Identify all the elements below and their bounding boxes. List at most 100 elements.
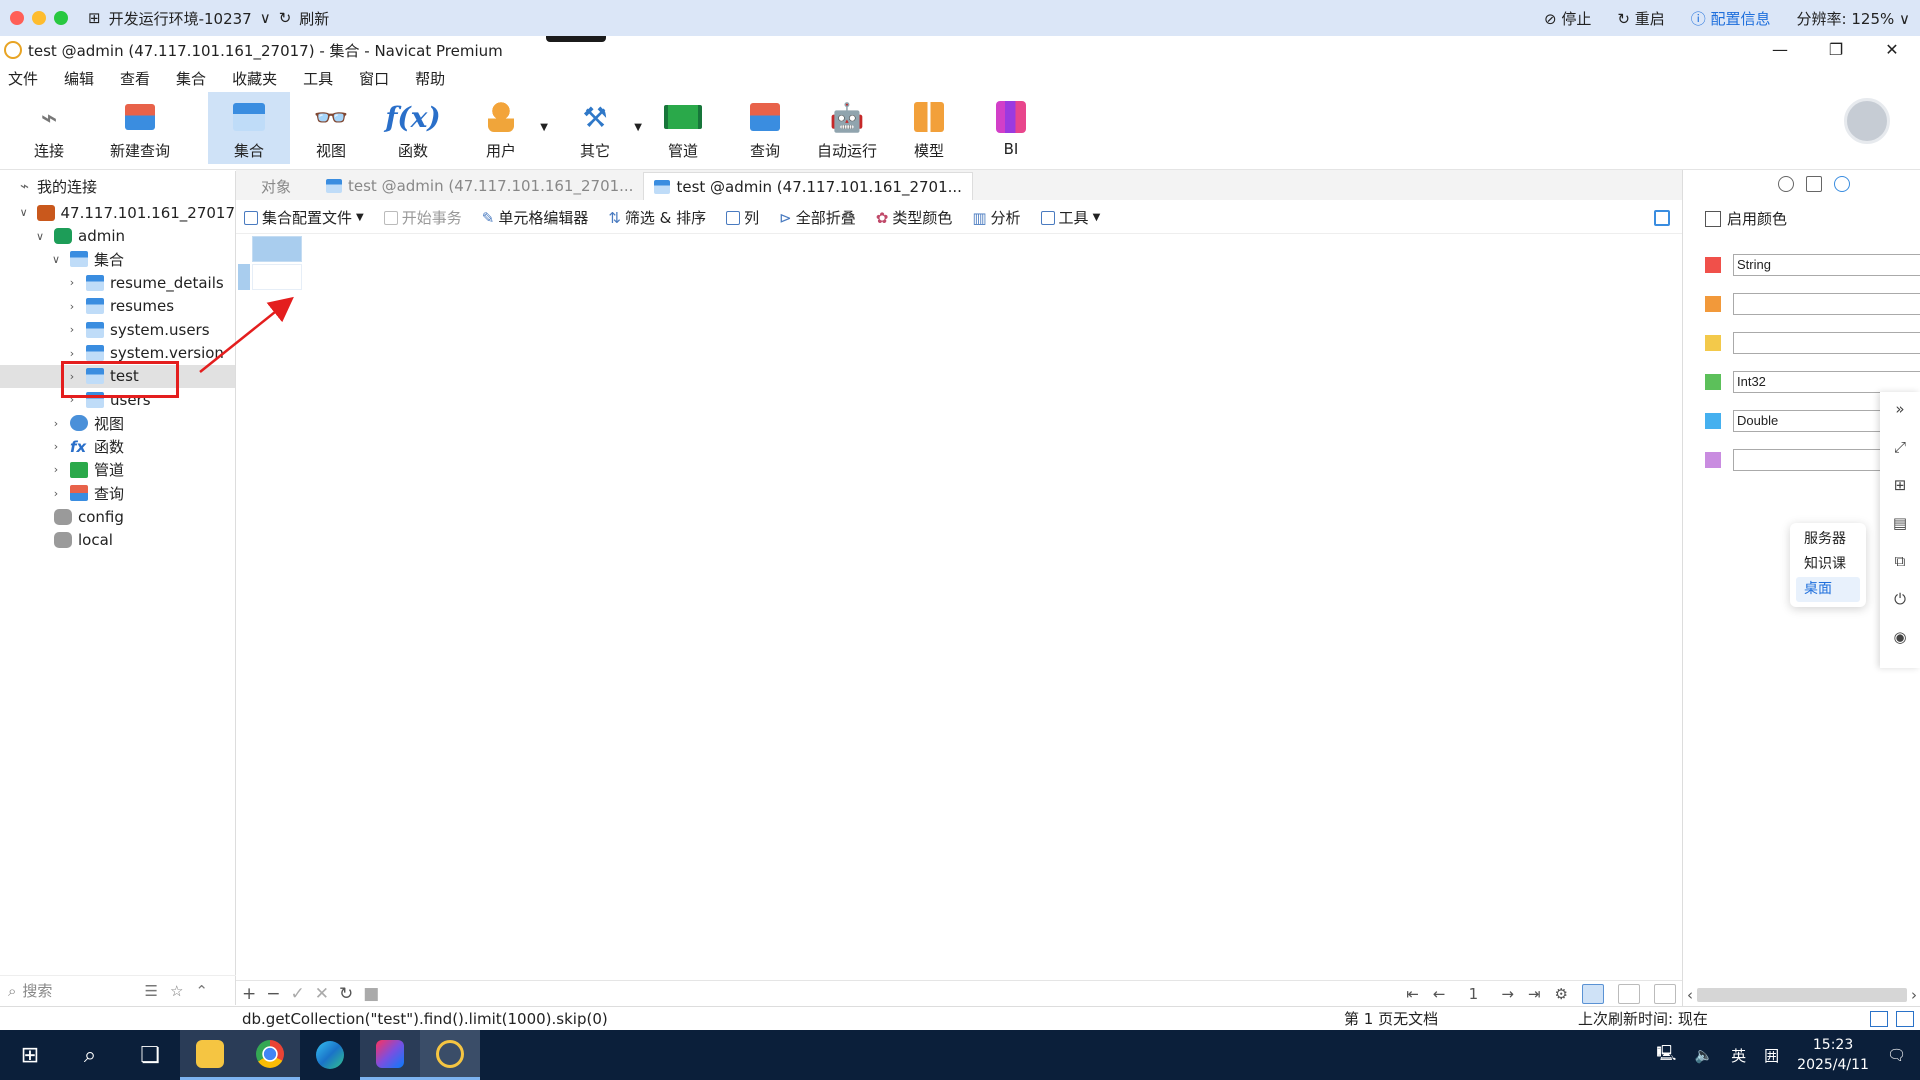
chevron-right-icon[interactable]: ›: [64, 300, 80, 313]
config-info-button[interactable]: ⓘ 配置信息: [1691, 8, 1771, 29]
pipeline-button[interactable]: 管道: [642, 92, 724, 164]
refresh-icon[interactable]: ↻: [339, 984, 353, 1004]
add-record-icon[interactable]: +: [242, 984, 256, 1004]
enable-color-checkbox[interactable]: [1705, 210, 1721, 227]
chevron-down-icon[interactable]: ∨: [16, 206, 31, 219]
ime-grid-icon[interactable]: 囲: [1764, 1045, 1779, 1066]
start-button[interactable]: ⊞: [0, 1030, 60, 1080]
tree-queries-group[interactable]: › 查询: [0, 482, 235, 505]
layout-left-icon[interactable]: [1870, 1010, 1888, 1027]
expand-icon[interactable]: ⤢: [1891, 438, 1909, 456]
next-page-icon[interactable]: →: [1501, 985, 1514, 1003]
other-button[interactable]: ⚒ 其它 ▼: [548, 92, 642, 164]
delete-record-icon[interactable]: −: [266, 984, 280, 1004]
chevron-right-icon[interactable]: ›: [48, 417, 64, 430]
color-swatch[interactable]: [1705, 374, 1721, 390]
tree-db-config[interactable]: config: [0, 505, 235, 528]
type-color-button[interactable]: ✿ 类型颜色: [876, 207, 953, 228]
last-page-icon[interactable]: ⇥: [1528, 985, 1541, 1003]
explorer-icon[interactable]: [180, 1030, 240, 1080]
tree-pipelines-group[interactable]: › 管道: [0, 458, 235, 481]
discard-icon[interactable]: ✕: [315, 984, 329, 1004]
function-button[interactable]: f(x) 函数: [372, 92, 454, 164]
chrome-icon[interactable]: [240, 1030, 300, 1080]
popup-item-server[interactable]: 服务器: [1796, 527, 1860, 552]
search-icon[interactable]: ⌕: [60, 1030, 120, 1080]
network-icon[interactable]: 🖳: [1656, 1043, 1676, 1068]
query-button[interactable]: 查询: [724, 92, 806, 164]
menu-collection[interactable]: 集合: [168, 68, 224, 89]
intellij-icon[interactable]: [360, 1030, 420, 1080]
model-button[interactable]: 模型: [888, 92, 970, 164]
popup-item-course[interactable]: 知识课: [1796, 552, 1860, 577]
grid-view-button[interactable]: [1582, 983, 1604, 1004]
stop-button[interactable]: ⊘ 停止: [1544, 8, 1591, 29]
env-selector[interactable]: 开发运行环境-10237: [109, 8, 252, 29]
restore-icon[interactable]: ❐: [1808, 36, 1864, 64]
json-view-button[interactable]: [1654, 983, 1676, 1004]
type-field[interactable]: [1733, 332, 1920, 354]
minimize-dot[interactable]: [32, 11, 46, 25]
user-avatar[interactable]: [1844, 98, 1890, 144]
horizontal-scrollbar[interactable]: ‹ ›: [1683, 984, 1920, 1006]
stop-icon[interactable]: ■: [363, 984, 379, 1004]
popup-item-desktop[interactable]: 桌面: [1796, 577, 1860, 602]
auto-run-button[interactable]: 🤖 自动运行: [806, 92, 888, 164]
filter-icon[interactable]: ☰: [145, 982, 158, 1000]
tree-views-group[interactable]: › 视图: [0, 412, 235, 435]
ddl-icon[interactable]: [1806, 176, 1822, 192]
menu-help[interactable]: 帮助: [407, 68, 463, 89]
navicat-taskbar-icon[interactable]: [420, 1030, 480, 1080]
ime-indicator[interactable]: 英: [1731, 1045, 1746, 1066]
scroll-right-icon[interactable]: ›: [1911, 986, 1917, 1004]
layout-right-icon[interactable]: [1896, 1010, 1914, 1027]
tab-collection-2[interactable]: test @admin (47.117.101.161_2701...: [643, 172, 973, 200]
info-icon[interactable]: [1778, 176, 1794, 192]
panel-icon[interactable]: ▤: [1891, 514, 1909, 532]
volume-icon[interactable]: 🔈: [1694, 1046, 1713, 1064]
refresh-button[interactable]: 刷新: [299, 8, 329, 29]
gear-icon[interactable]: ⚙: [1555, 985, 1568, 1003]
type-field[interactable]: [1733, 293, 1920, 315]
chevron-right-icon[interactable]: ›: [48, 440, 64, 453]
tree-collection-item[interactable]: › resumes: [0, 295, 235, 318]
menu-edit[interactable]: 编辑: [56, 68, 112, 89]
color-swatch[interactable]: [1705, 413, 1721, 429]
collapse-icon[interactable]: ⌃: [195, 982, 208, 1000]
search-input[interactable]: 搜索: [22, 980, 52, 1001]
tools-button[interactable]: 工具 ▼: [1040, 207, 1100, 228]
menu-file[interactable]: 文件: [0, 68, 56, 89]
enable-color-option[interactable]: 启用颜色: [1683, 198, 1920, 229]
type-field[interactable]: String: [1733, 254, 1920, 276]
tab-objects[interactable]: 对象: [236, 172, 316, 200]
fullscreen-icon[interactable]: [1654, 209, 1670, 226]
close-icon[interactable]: ✕: [1864, 36, 1920, 64]
restart-button[interactable]: ↻ 重启: [1617, 8, 1664, 29]
tree-view-button[interactable]: [1618, 983, 1640, 1004]
menu-view[interactable]: 查看: [112, 68, 168, 89]
tab-collection-1[interactable]: test @admin (47.117.101.161_2701...: [316, 172, 643, 200]
filter-sort-button[interactable]: ⇅ 筛选 & 排序: [608, 207, 706, 228]
prev-page-icon[interactable]: ←: [1433, 985, 1446, 1003]
menu-tools[interactable]: 工具: [295, 68, 351, 89]
new-query-button[interactable]: 新建查询: [90, 92, 190, 164]
chevron-down-icon[interactable]: ∨: [32, 230, 48, 243]
minimize-icon[interactable]: —: [1752, 36, 1808, 64]
clock[interactable]: 15:23 2025/4/11: [1797, 1035, 1869, 1075]
chevron-down-icon[interactable]: ∨: [260, 9, 271, 27]
color-swatch[interactable]: [1705, 257, 1721, 273]
tree-db-local[interactable]: local: [0, 528, 235, 551]
maximize-dot[interactable]: [54, 11, 68, 25]
tree-connection[interactable]: ∨ 47.117.101.161_27017: [0, 201, 235, 224]
tree-collection-item[interactable]: › system.users: [0, 318, 235, 341]
chevron-right-icon[interactable]: ›: [64, 276, 80, 289]
menu-favorites[interactable]: 收藏夹: [224, 68, 295, 89]
close-dot[interactable]: [10, 11, 24, 25]
scroll-thumb[interactable]: [1697, 988, 1907, 1002]
begin-transaction-button[interactable]: 开始事务: [383, 207, 462, 228]
eye-icon[interactable]: ◉: [1891, 628, 1909, 646]
chevron-right-icon[interactable]: ›: [48, 463, 64, 476]
grid-row-header[interactable]: [238, 264, 250, 290]
color-swatch[interactable]: [1705, 335, 1721, 351]
double-chevron-right-icon[interactable]: »: [1891, 400, 1909, 418]
